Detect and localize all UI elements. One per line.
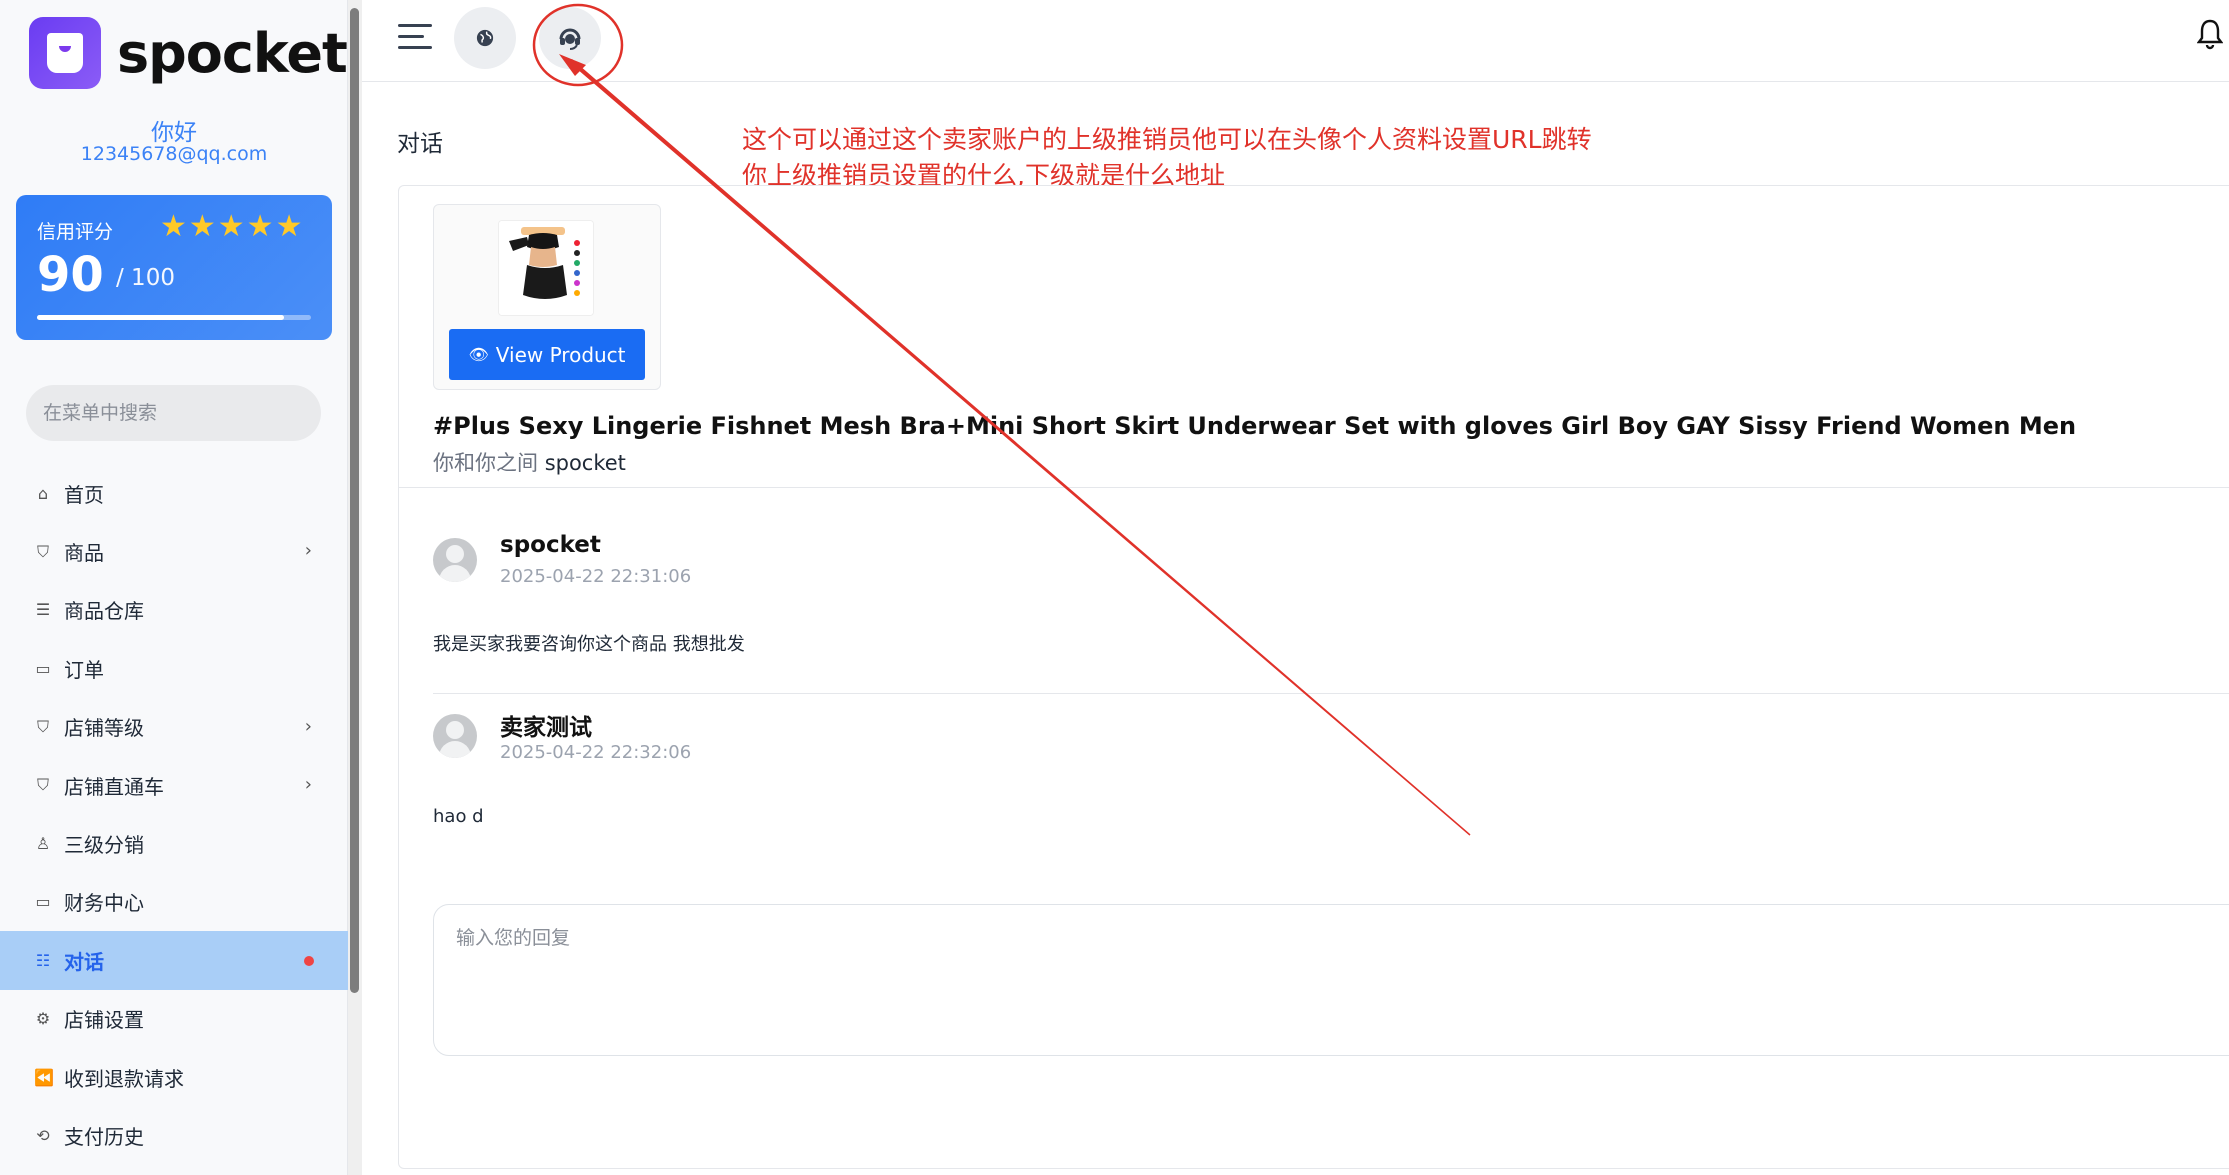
annotation-line-1: 这个可以通过这个卖家账户的上级推销员他可以在头像个人资料设置URL跳转: [742, 125, 1592, 154]
sidebar-item[interactable]: ⛉ 商品 ›: [0, 522, 348, 580]
sidebar-item-label: 收到退款请求: [64, 1066, 184, 1091]
headset-icon[interactable]: [539, 7, 601, 69]
credit-score-max: / 100: [116, 265, 175, 291]
message-sender: 卖家测试: [500, 715, 592, 741]
wallet-icon: ▭: [35, 892, 51, 912]
credit-score: 90: [37, 247, 104, 303]
star-rating: ★★★★★: [160, 209, 305, 244]
bag-icon: ⛉: [36, 775, 49, 795]
sidebar-item[interactable]: ⟲ 支付历史: [0, 1106, 348, 1164]
product-preview: 👁 View Product: [433, 204, 661, 390]
gear-icon: ⚙: [35, 1009, 51, 1029]
sidebar-item-label: 支付历史: [64, 1124, 144, 1149]
sidebar-item-label: 首页: [64, 482, 104, 507]
logo-text: spocket: [117, 21, 348, 85]
page-title: 对话: [397, 131, 443, 157]
sidebar: spocket 你好 12345678@qq.com 信用评分 ★★★★★ 90…: [0, 0, 348, 1175]
sidebar-item[interactable]: ⌂ 首页: [0, 464, 348, 522]
sidebar-item-label: 店铺等级: [64, 716, 144, 741]
logo[interactable]: spocket: [29, 17, 348, 89]
credit-score-card: 信用评分 ★★★★★ 90 / 100: [16, 195, 332, 340]
bell-icon[interactable]: [2196, 18, 2224, 58]
participants-prefix: 你和你之间: [433, 451, 538, 475]
product-title: #Plus Sexy Lingerie Fishnet Mesh Bra+Min…: [433, 412, 2077, 440]
sidebar-item-label: 财务中心: [64, 891, 144, 916]
sidebar-item[interactable]: ▭ 财务中心: [0, 873, 348, 931]
eye-icon: 👁: [468, 345, 489, 364]
message-text: 我是买家我要咨询你这个商品 我想批发: [433, 634, 745, 655]
sidebar-item-label: 订单: [64, 657, 104, 682]
menu-toggle-icon[interactable]: [398, 24, 432, 52]
sidebar-item[interactable]: ⚙ 店铺设置: [0, 990, 348, 1048]
conversation-participants: 你和你之间 spocket: [433, 447, 626, 477]
participants-name: spocket: [544, 451, 626, 475]
bag-icon: ⛉: [36, 541, 49, 561]
sidebar-item[interactable]: ▭ 订单: [0, 639, 348, 697]
sidebar-item[interactable]: ⛉ 店铺直通车 ›: [0, 756, 348, 814]
chevron-right-icon[interactable]: ›: [305, 716, 312, 737]
avatar: [433, 714, 477, 758]
view-product-label: View Product: [495, 342, 626, 367]
divider: [433, 693, 2229, 694]
credit-progress: [37, 315, 311, 320]
sidebar-item-label: 三级分销: [64, 833, 144, 858]
annotation-text: 这个可以通过这个卖家账户的上级推销员他可以在头像个人资料设置URL跳转 你上级推…: [742, 122, 1592, 194]
rewind-icon: ⏪: [34, 1067, 54, 1087]
chevron-right-icon[interactable]: ›: [305, 774, 312, 795]
sidebar-item-label: 对话: [64, 949, 104, 974]
sidebar-item-label: 商品仓库: [64, 599, 144, 624]
avatar: [433, 538, 477, 582]
reply-input[interactable]: [433, 904, 2229, 1056]
chevron-right-icon[interactable]: ›: [305, 540, 312, 561]
sidebar-item-label: 店铺设置: [64, 1008, 144, 1033]
menu-search-input[interactable]: [26, 385, 321, 441]
message-sender: spocket: [500, 532, 601, 558]
sidebar-item[interactable]: ⛉ 店铺等级 ›: [0, 698, 348, 756]
chat-icon: ☷: [35, 950, 51, 970]
topbar: [362, 0, 2229, 82]
history-icon: ⟲: [36, 1125, 50, 1145]
sidebar-scrollbar[interactable]: [350, 8, 359, 993]
sidebar-item[interactable]: ⏪ 收到退款请求: [0, 1048, 348, 1106]
conversation-card: 👁 View Product #Plus Sexy Lingerie Fishn…: [398, 185, 2229, 1169]
sidebar-item[interactable]: ☷ 对话: [0, 931, 348, 990]
credit-label: 信用评分: [37, 221, 114, 243]
sidebar-item-label: 店铺直通车: [64, 774, 164, 799]
home-icon: ⌂: [37, 483, 49, 503]
message-text: hao d: [433, 806, 484, 827]
user-greeting: 你好: [151, 120, 197, 146]
unread-dot: [304, 956, 314, 967]
ticket-icon: ▭: [35, 658, 51, 678]
sidebar-menu: ⌂ 首页 ⛉ 商品 › ☰ 商品仓库 ▭ 订单 ⛉ 店铺等级 › ⛉ 店铺直通车 › ♙ 三级分销 ▭ 财务中心 ☷ 对…: [0, 464, 348, 1165]
product-image[interactable]: [498, 220, 594, 316]
sidebar-item[interactable]: ♙ 三级分销: [0, 814, 348, 872]
divider: [399, 487, 2229, 488]
globe-icon[interactable]: [454, 7, 516, 69]
sidebar-item-label: 商品: [64, 541, 104, 566]
bag-icon: ⛉: [36, 716, 49, 736]
view-product-button[interactable]: 👁 View Product: [449, 329, 645, 380]
user-email: 12345678@qq.com: [80, 143, 268, 165]
message-time: 2025-04-22 22:32:06: [500, 742, 692, 763]
warehouse-icon: ☰: [35, 600, 51, 620]
sidebar-item[interactable]: ☰ 商品仓库: [0, 581, 348, 639]
user-icon: ♙: [35, 834, 51, 854]
logo-icon: [29, 17, 101, 89]
message-time: 2025-04-22 22:31:06: [500, 566, 692, 587]
